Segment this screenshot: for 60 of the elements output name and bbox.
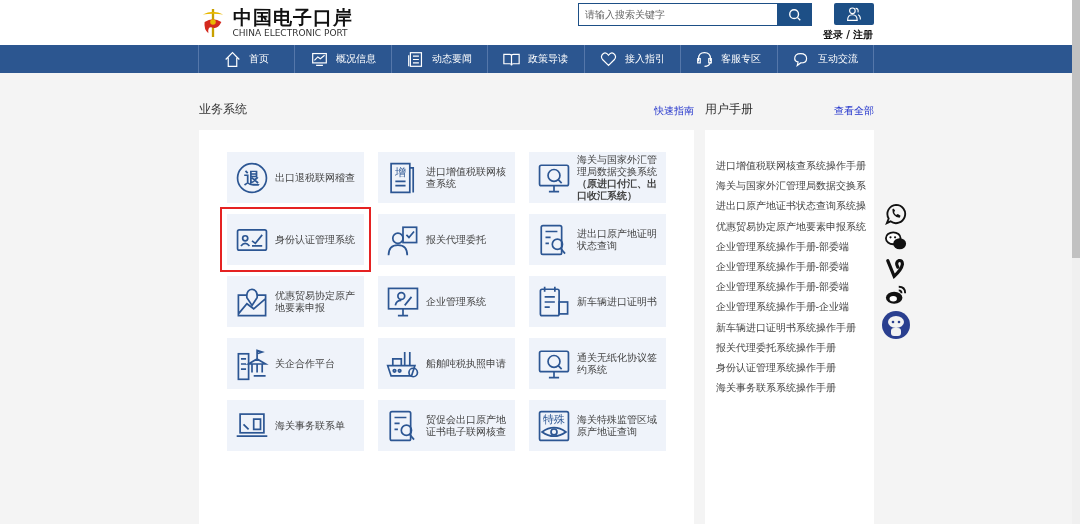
system-tile[interactable]: 身份认证管理系统 — [226, 214, 364, 265]
document-icon — [407, 50, 425, 68]
site-subtitle: CHINA ELECTRONIC PORT — [232, 28, 349, 39]
robot-avatar-icon[interactable] — [881, 311, 910, 339]
search-field[interactable]: 请输入搜索关键字 — [577, 3, 778, 26]
manual-link[interactable]: 企业管理系统操作手册-部委端 — [715, 277, 850, 298]
system-tile[interactable]: 海关与国家外汇管理局数据交换系统（原进口付汇、出口收汇系统） — [528, 152, 666, 203]
nav-tab[interactable]: 互动交流 — [777, 45, 874, 73]
system-tile[interactable]: 船舶吨税执照申请 — [377, 338, 515, 389]
system-tile[interactable]: 进出口原产地证明状态查询 — [528, 214, 666, 265]
manual-link[interactable]: 企业管理系统操作手册-部委端 — [715, 236, 850, 257]
view-all-link[interactable]: 查看全部 — [833, 101, 874, 118]
search-button[interactable] — [777, 3, 812, 26]
system-tile[interactable]: 优惠贸易协定原产地要素申报 — [226, 276, 364, 327]
manual-link[interactable]: 优惠贸易协定原产地要素申报系统 — [715, 216, 866, 237]
system-tile[interactable]: 增 进口增值税联网核查系统 — [377, 152, 515, 203]
system-tile[interactable]: 特殊 海关特殊监管区域原产地证查询 — [528, 400, 666, 451]
manual-link[interactable]: 海关与国家外汇管理局数据交换系 — [715, 176, 866, 197]
nav-tab[interactable]: 接入指引 — [584, 45, 682, 73]
quick-guide-link[interactable]: 快速指南 — [653, 101, 694, 118]
phone-chat-icon[interactable] — [884, 203, 907, 225]
users-icon — [845, 6, 862, 22]
system-tile[interactable]: 通关无纸化协议签约系统 — [528, 338, 666, 389]
section-title: 用户手册 — [704, 101, 753, 118]
system-tile[interactable]: 海关事务联系单 — [226, 400, 364, 451]
manual-link[interactable]: 身份认证管理系统操作手册 — [715, 358, 836, 379]
home-icon — [224, 50, 242, 68]
nav-tab[interactable]: 首页 — [199, 45, 296, 73]
chat-icon — [792, 50, 810, 68]
chart-icon — [310, 50, 328, 68]
system-tile[interactable]: 新车辆进口证明书 — [528, 276, 666, 327]
weibo-icon[interactable] — [884, 284, 907, 306]
manual-link[interactable]: 企业管理系统操作手册-部委端 — [715, 257, 850, 278]
section-title: 业务系统 — [198, 101, 247, 118]
system-tile[interactable]: 关企合作平台 — [226, 338, 364, 389]
seal-icon: 退 — [234, 160, 269, 195]
login-link[interactable]: 登录 / 注册 — [822, 28, 874, 42]
headset-icon — [696, 50, 714, 68]
nav-tab[interactable]: 动态要闻 — [391, 45, 489, 73]
site-title: 中国电子口岸 — [232, 6, 353, 28]
system-tile[interactable]: 企业管理系统 — [377, 276, 515, 327]
manual-link[interactable]: 企业管理系统操作手册-企业端 — [715, 297, 850, 318]
manual-link[interactable]: 新车辆进口证明书系统操作手册 — [715, 317, 856, 338]
user-button[interactable] — [833, 3, 874, 25]
manual-link[interactable]: 进口增值税联网核查系统操作手册 — [715, 156, 866, 177]
system-tile[interactable]: 退 出口退税联网稽查 — [226, 152, 364, 203]
system-tile[interactable]: 报关代理委托 — [377, 214, 515, 265]
nav-tab[interactable]: 政策导读 — [488, 45, 585, 73]
manual-link[interactable]: 海关事务联系系统操作手册 — [715, 378, 836, 399]
search-icon — [787, 7, 802, 22]
nav-tab[interactable]: 概况信息 — [295, 45, 392, 73]
chat-bubbles-icon[interactable] — [884, 230, 907, 252]
v-logo-icon[interactable] — [884, 257, 907, 279]
manual-link[interactable]: 进出口原产地证书状态查询系统操 — [715, 196, 866, 217]
nav-tab[interactable]: 客服专区 — [681, 45, 778, 73]
scrollbar[interactable] — [1072, 0, 1080, 524]
system-tile[interactable]: 贸促会出口原产地证书电子联网核查 — [377, 400, 515, 451]
heart-icon — [599, 50, 617, 68]
eye-badge-icon: 特殊 — [536, 408, 571, 443]
manual-link[interactable]: 报关代理委托系统操作手册 — [715, 337, 836, 359]
